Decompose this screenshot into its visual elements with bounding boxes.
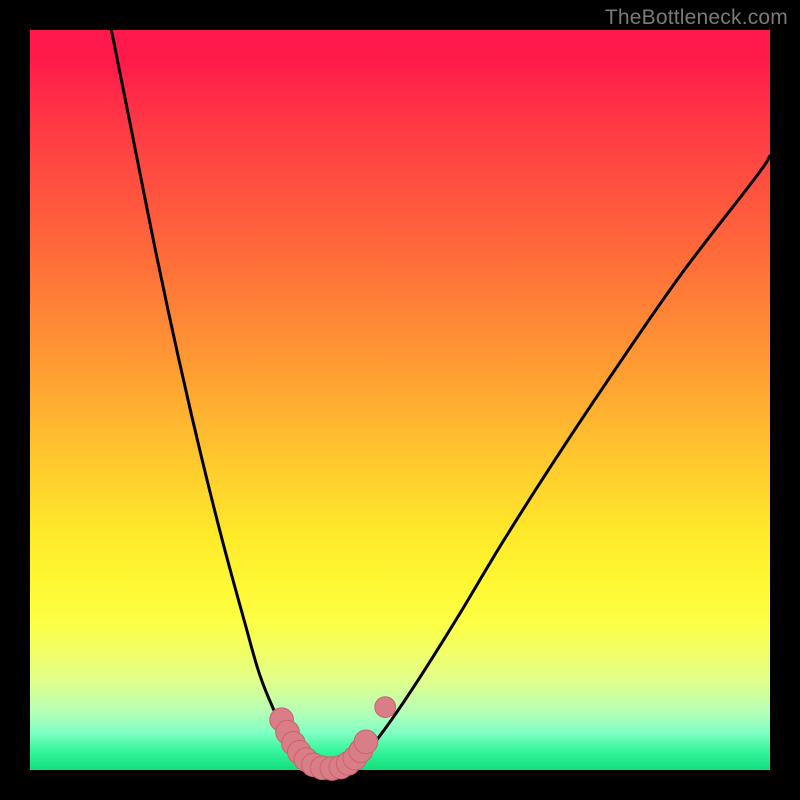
bottleneck-v-curve [111,30,770,770]
bottleneck-curve [30,30,770,770]
plot-area [30,30,770,770]
data-point-marker [375,697,396,718]
chart-frame: TheBottleneck.com [0,0,800,800]
watermark-text: TheBottleneck.com [605,6,788,30]
data-point-marker [354,730,378,754]
